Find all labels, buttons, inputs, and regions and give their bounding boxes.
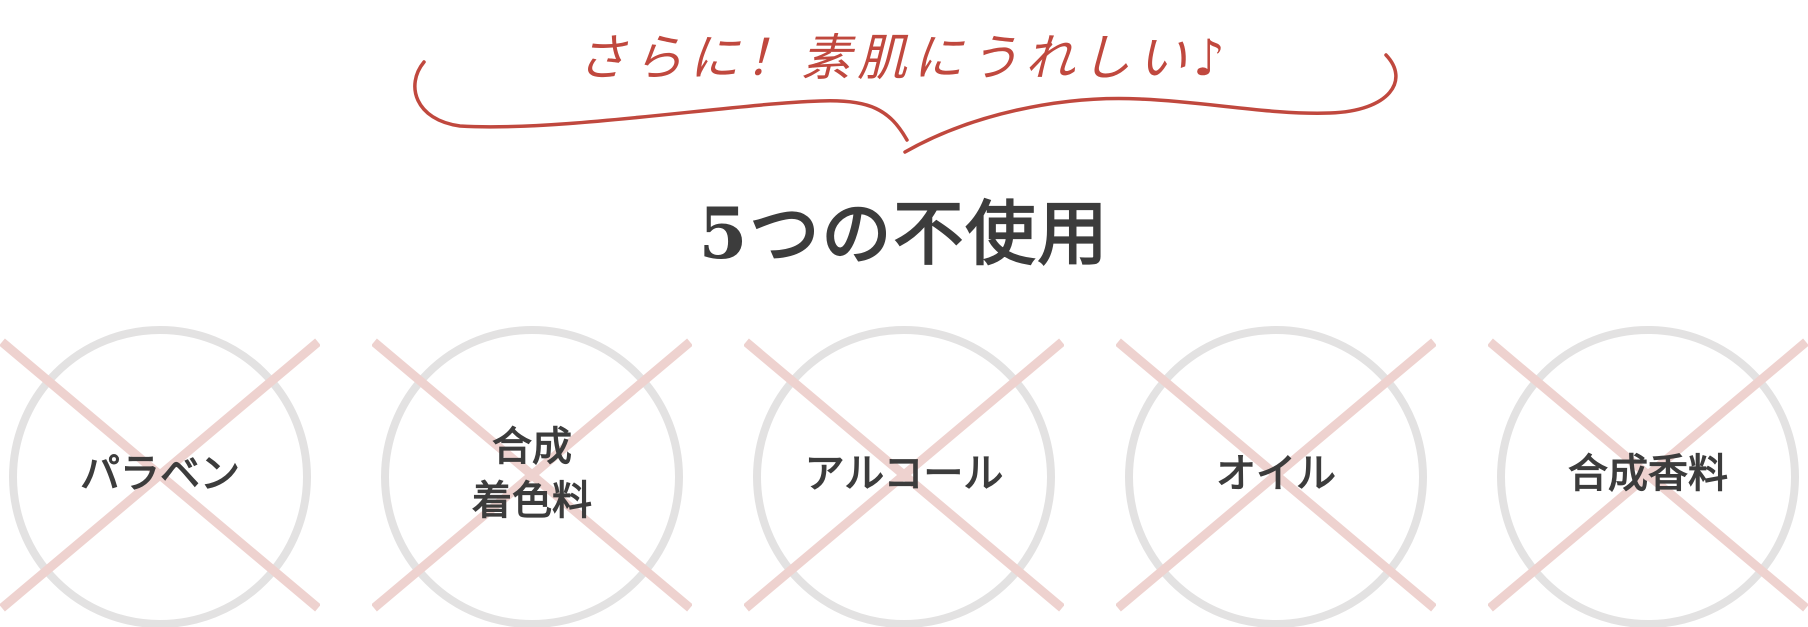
free-from-item-oil: オイル [1116,320,1436,627]
free-from-banner: さらに！素肌にうれしい♪ 5つの不使用 パラベン 合成 着色料 アルコール オイ… [0,0,1808,627]
item-label: パラベン [80,450,240,497]
free-from-item-paraben: パラベン [0,320,320,627]
free-from-item-alcohol: アルコール [744,320,1064,627]
heading: 5つの不使用 [698,192,1110,275]
free-from-item-synthetic-colorant: 合成 着色料 [372,320,692,627]
item-label: アルコール [804,450,1004,497]
item-label: 合成香料 [1568,450,1728,497]
free-from-list: パラベン 合成 着色料 アルコール オイル 合成香料 [0,320,1808,627]
item-label: 合成 着色料 [472,423,592,524]
item-label: オイル [1216,450,1336,497]
free-from-item-synthetic-fragrance: 合成香料 [1488,320,1808,627]
swash-underline [413,53,1398,154]
